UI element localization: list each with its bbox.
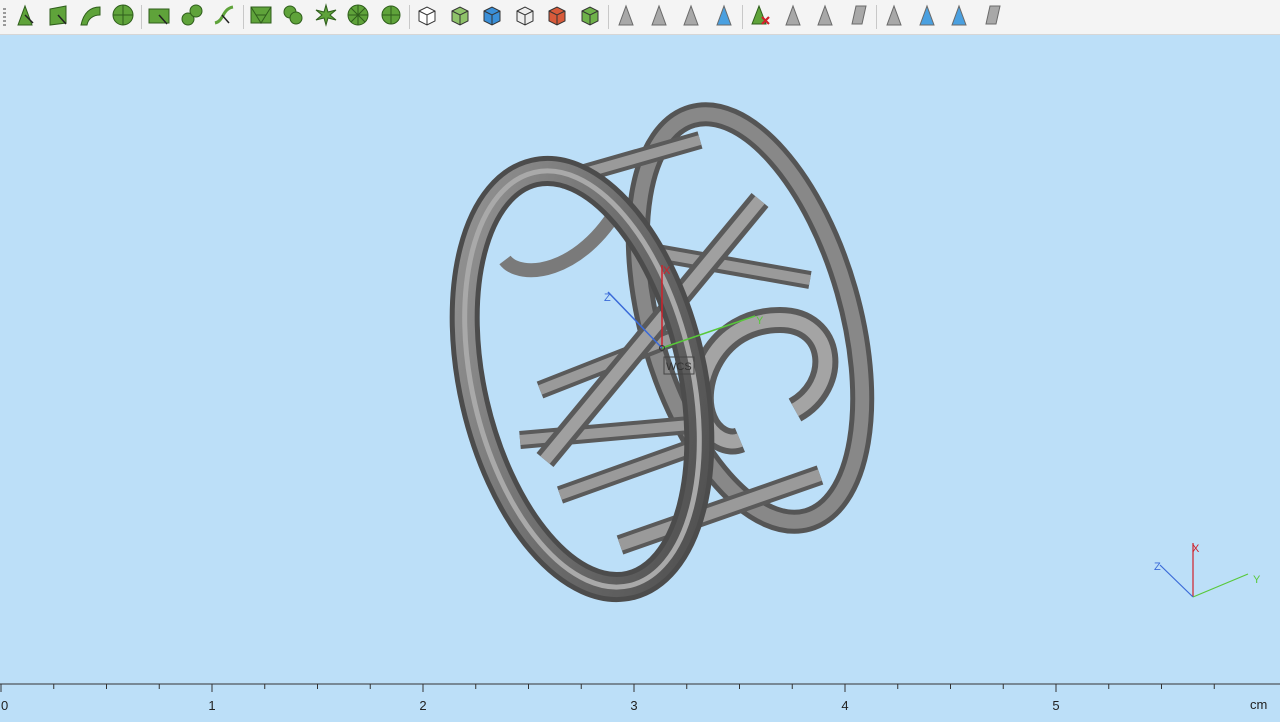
triangle-arrow-button[interactable] [676, 2, 706, 32]
select-star-button[interactable] [311, 2, 341, 32]
select-mesh-icon [249, 3, 273, 32]
select-face-button[interactable] [43, 2, 73, 32]
select-plane-button[interactable] [144, 2, 174, 32]
select-solid-green-icon [448, 3, 472, 32]
select-mesh-button[interactable] [246, 2, 276, 32]
select-assembly-icon [578, 3, 602, 32]
toolbar-separator [876, 5, 877, 29]
select-solid-blue-icon [480, 3, 504, 32]
select-solid-green-button[interactable] [445, 2, 475, 32]
select-spokes-button[interactable] [376, 2, 406, 32]
delete-triangle-icon [748, 3, 772, 32]
triangle-hatch-button[interactable] [778, 2, 808, 32]
parallelogram-icon [846, 3, 870, 32]
ruler-label: 5 [1052, 698, 1059, 713]
toolbar [0, 0, 1280, 35]
select-curved-face-icon [78, 3, 102, 32]
toolbar-separator [608, 5, 609, 29]
select-wireframe-body-icon [513, 3, 537, 32]
triangle-edit-button[interactable] [644, 2, 674, 32]
select-wireframe-body-button[interactable] [510, 2, 540, 32]
letter-c-shape [687, 306, 839, 455]
ring-model[interactable] [427, 89, 904, 611]
select-wheel-icon [346, 3, 370, 32]
wcs-label: WCS [666, 361, 692, 373]
ruler-label: 4 [841, 698, 848, 713]
ruler: 0 1 2 3 4 5 cm [0, 682, 1280, 722]
select-circles-button[interactable] [177, 2, 207, 32]
select-face-icon [46, 3, 70, 32]
select-wheel-button[interactable] [343, 2, 373, 32]
triangle-eye-small-icon [947, 3, 971, 32]
parallelogram-red-button[interactable] [977, 2, 1007, 32]
select-star-icon [314, 2, 338, 32]
inner-arc-shape [499, 201, 627, 278]
triad-y-axis [1192, 573, 1249, 598]
viewport-canvas[interactable]: X Y Z WCS X Y Z [0, 35, 1280, 682]
select-vertex-icon [13, 3, 37, 32]
triad-z-label: Z [1154, 561, 1161, 573]
ruler-scale: 0 1 2 3 4 5 cm [0, 683, 1280, 713]
parallelogram-button[interactable] [843, 2, 873, 32]
select-blob-button[interactable] [278, 2, 308, 32]
toolbar-separator [242, 5, 244, 29]
select-solid-blue-button[interactable] [477, 2, 507, 32]
triangle-eye-button[interactable] [912, 2, 942, 32]
ruler-unit: cm [1250, 697, 1267, 712]
triangle-gray-icon [614, 3, 638, 32]
select-assembly-button[interactable] [575, 2, 605, 32]
orientation-triad[interactable]: X Y Z [1154, 543, 1261, 598]
triangle-eye-icon [915, 3, 939, 32]
toolbar-separator [141, 5, 142, 29]
select-sphere-face-button[interactable] [108, 2, 138, 32]
select-spokes-icon [379, 3, 403, 32]
triad-y-label: Y [1253, 574, 1261, 586]
select-vertex-button[interactable] [10, 2, 40, 32]
select-body-button[interactable] [412, 2, 442, 32]
triangle-eye-small-button[interactable] [944, 2, 974, 32]
triad-x-label: X [1192, 543, 1200, 555]
select-body-red-icon [545, 3, 569, 32]
triangle-arrow-icon [679, 3, 703, 32]
wcs-x-label: X [663, 265, 671, 277]
parallelogram-red-icon [980, 3, 1004, 32]
ruler-label: 2 [419, 698, 426, 713]
ring-bars [519, 131, 824, 555]
ruler-label: 0 [1, 698, 8, 713]
select-plane-icon [147, 3, 171, 32]
3d-viewport[interactable]: X Y Z WCS X Y Z [0, 35, 1280, 682]
select-body-red-button[interactable] [542, 2, 572, 32]
triad-z-axis [1159, 564, 1194, 598]
triangle-light-icon [882, 3, 906, 32]
toolbar-grip[interactable] [3, 8, 6, 28]
triangle-copy-button[interactable] [810, 2, 840, 32]
select-curved-face-button[interactable] [75, 2, 105, 32]
wcs-y-label: Y [756, 315, 764, 327]
triangle-blue-button[interactable] [709, 2, 739, 32]
triangle-gray-button[interactable] [611, 2, 641, 32]
triangle-edit-icon [647, 3, 671, 32]
select-sphere-face-icon [111, 3, 135, 32]
select-circles-icon [180, 3, 204, 32]
wcs-z-label: Z [604, 292, 611, 304]
triangle-blue-icon [712, 3, 736, 32]
select-body-icon [415, 3, 439, 32]
select-edge-curve-icon [212, 3, 236, 32]
toolbar-separator [742, 5, 743, 29]
triangle-copy-icon [813, 3, 837, 32]
ruler-label: 1 [208, 698, 215, 713]
delete-triangle-button[interactable] [745, 2, 775, 32]
triangle-light-button[interactable] [879, 2, 909, 32]
ruler-label: 3 [630, 698, 637, 713]
select-edge-curve-button[interactable] [209, 2, 239, 32]
toolbar-separator [409, 5, 410, 29]
select-blob-icon [281, 3, 305, 32]
triangle-hatch-icon [781, 3, 805, 32]
